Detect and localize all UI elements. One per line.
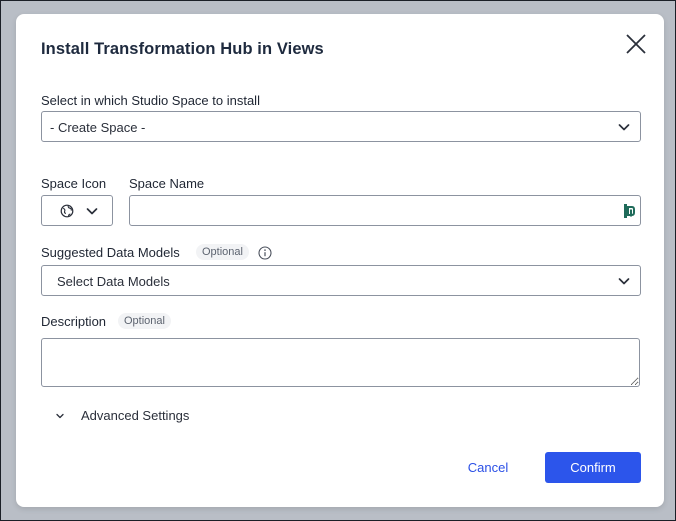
space-icon-label: Space Icon (41, 176, 107, 191)
globe-icon (60, 204, 74, 218)
optional-badge: Optional (196, 244, 249, 260)
advanced-settings-label: Advanced Settings (81, 408, 190, 423)
chevron-down-icon (56, 413, 64, 419)
space-icon-picker[interactable] (41, 195, 113, 226)
space-name-label: Space Name (129, 176, 205, 191)
dialog-title: Install Transformation Hub in Views (41, 40, 324, 58)
close-icon (626, 34, 646, 54)
studio-space-select[interactable]: - Create Space - (41, 111, 641, 142)
chevron-down-icon (618, 278, 630, 285)
optional-badge: Optional (118, 313, 171, 329)
studio-space-label: Select in which Studio Space to install (41, 93, 260, 108)
advanced-settings-toggle[interactable]: Advanced Settings (54, 407, 214, 425)
info-icon[interactable] (258, 246, 272, 260)
studio-space-value: - Create Space - (50, 120, 146, 135)
chevron-down-icon (86, 208, 98, 215)
description-textarea[interactable] (41, 338, 640, 387)
data-models-placeholder: Select Data Models (57, 274, 170, 289)
space-name-field[interactable] (129, 195, 641, 226)
description-label: Description (41, 314, 107, 329)
install-dialog: Install Transformation Hub in Views Sele… (16, 14, 664, 507)
data-models-label: Suggested Data Models (41, 245, 180, 260)
password-manager-icon[interactable] (622, 203, 636, 219)
cancel-button[interactable]: Cancel (454, 452, 522, 483)
space-name-input[interactable] (136, 200, 620, 223)
data-models-select[interactable]: Select Data Models (41, 265, 641, 296)
confirm-button[interactable]: Confirm (545, 452, 641, 483)
chevron-down-icon (618, 124, 630, 131)
close-button[interactable] (621, 29, 651, 59)
